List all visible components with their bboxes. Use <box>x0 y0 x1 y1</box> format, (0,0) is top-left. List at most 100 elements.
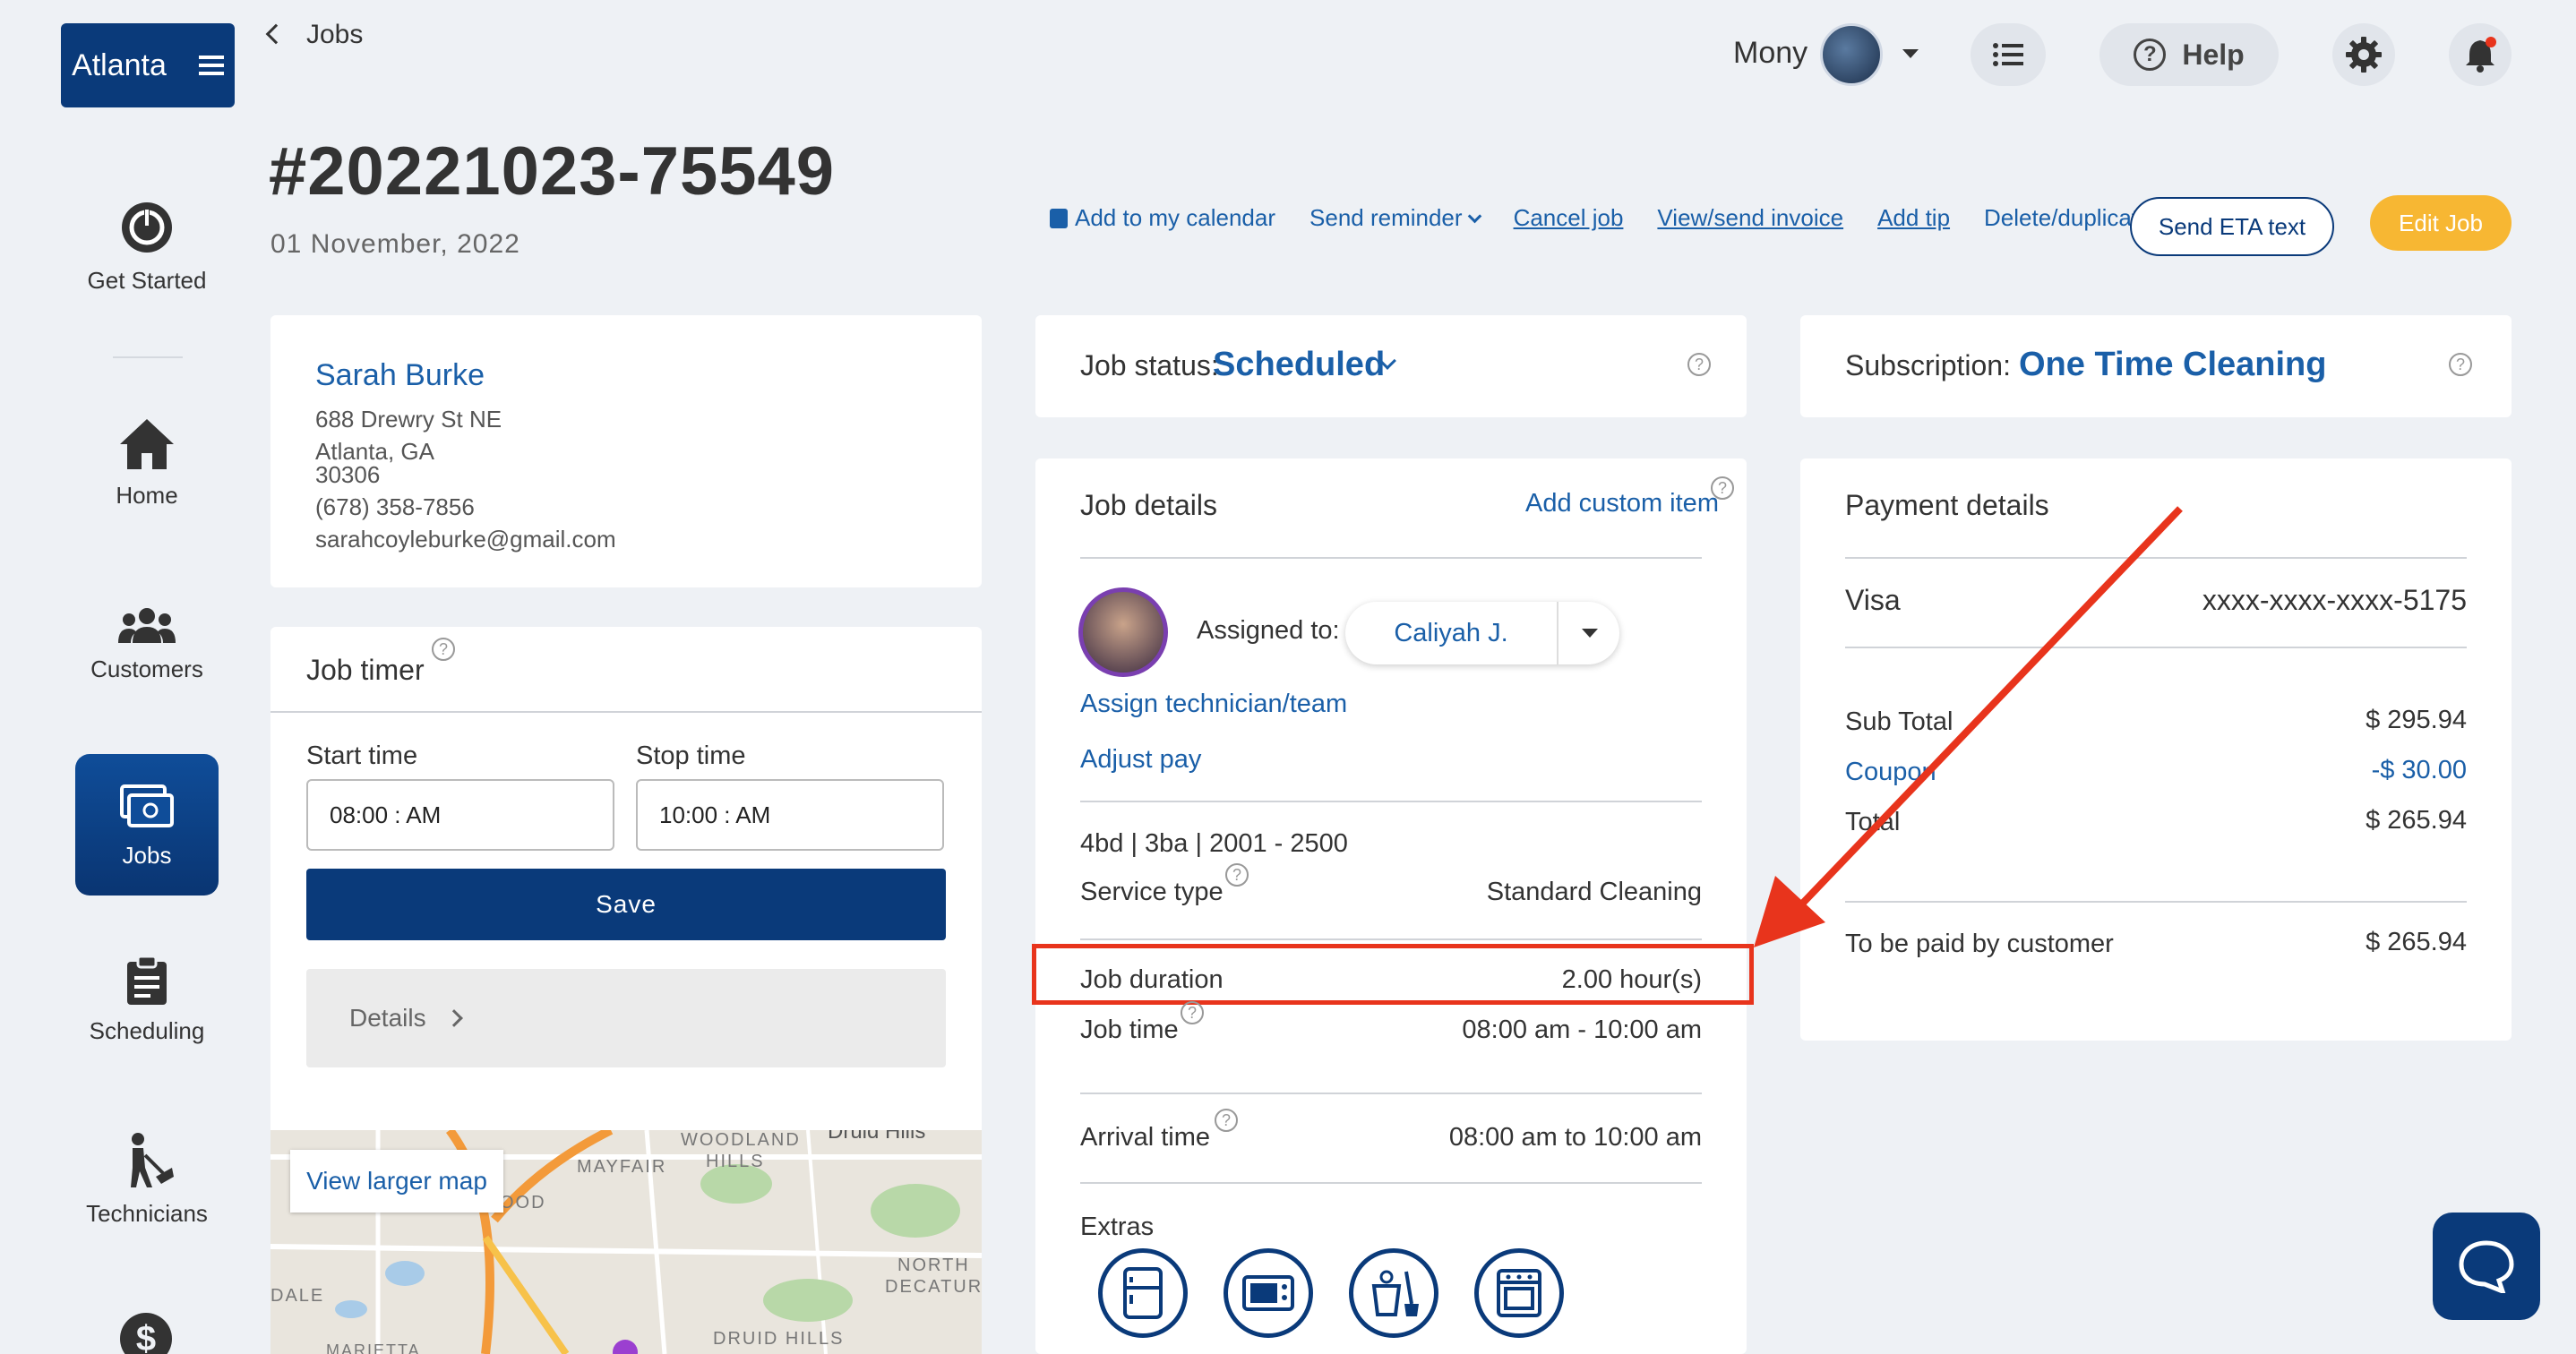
edit-job-button[interactable]: Edit Job <box>2370 195 2512 251</box>
map-label: OOD <box>500 1193 546 1213</box>
subscription-value[interactable]: One Time Cleaning <box>2019 346 2326 384</box>
technician-icon <box>131 1133 174 1187</box>
customer-street: 688 Drewry St NE <box>315 406 502 433</box>
assigned-to-label: Assigned to: <box>1197 616 1340 645</box>
help-circle-icon[interactable]: ? <box>1711 476 1734 500</box>
help-circle-icon[interactable]: ? <box>2449 353 2472 376</box>
add-custom-item-link[interactable]: Add custom item <box>1525 489 1719 518</box>
help-button[interactable]: ? Help <box>2099 23 2279 86</box>
user-menu-caret-icon[interactable] <box>1902 49 1919 58</box>
sidebar-item-label: Technicians <box>86 1200 208 1227</box>
assign-technician-link[interactable]: Assign technician/team <box>1080 690 1347 719</box>
chevron-right-icon <box>444 1009 463 1027</box>
service-type-value: Standard Cleaning <box>1486 878 1702 906</box>
map-label: WOODLAND <box>681 1130 801 1150</box>
home-size: 4bd | 3ba | 2001 - 2500 <box>1080 829 1348 858</box>
details-label: Details <box>349 1004 426 1032</box>
start-time-label: Start time <box>306 741 418 770</box>
sidebar-item-label: Jobs <box>122 842 172 869</box>
add-to-calendar-link[interactable]: Add to my calendar <box>1050 204 1275 232</box>
customer-phone: (678) 358-7856 <box>315 493 475 520</box>
sidebar-item-label: Customers <box>90 656 203 682</box>
divider <box>270 711 982 713</box>
job-details-title: Job details <box>1080 489 1217 521</box>
adjust-pay-link[interactable]: Adjust pay <box>1080 745 1201 775</box>
people-icon <box>118 608 176 643</box>
subscription-card: Subscription: One Time Cleaning ? <box>1800 315 2512 417</box>
gear-icon <box>2346 37 2382 73</box>
service-type-label: Service type <box>1080 878 1224 906</box>
cleaning-supplies-extra-icon[interactable] <box>1349 1248 1438 1338</box>
divider <box>1080 801 1702 802</box>
map-label: MAYFAIR <box>577 1157 667 1177</box>
map-label: HILLS <box>706 1152 765 1171</box>
clipboard-icon <box>127 956 167 1005</box>
fridge-extra-icon[interactable] <box>1098 1248 1188 1338</box>
job-actions-bar: Add to my calendar Send reminder Cancel … <box>1050 204 2168 232</box>
sidebar-item-jobs[interactable]: Jobs <box>75 754 219 896</box>
microwave-extra-icon[interactable] <box>1224 1248 1313 1338</box>
back-label: Jobs <box>306 20 364 49</box>
back-link[interactable]: Jobs <box>265 20 364 50</box>
avatar[interactable] <box>1820 23 1883 86</box>
assigned-technician-select[interactable]: Caliyah J. <box>1345 602 1619 664</box>
sidebar-item-label: Get Started <box>87 267 207 294</box>
customer-email: sarahcoyleburke@gmail.com <box>315 526 616 553</box>
stop-time-label: Stop time <box>636 741 746 770</box>
help-circle-icon[interactable]: ? <box>1181 1001 1204 1024</box>
sidebar-item-home[interactable]: Home <box>75 417 219 510</box>
start-time-input[interactable] <box>306 779 614 851</box>
notifications-button[interactable] <box>2449 23 2512 86</box>
arrival-time-label: Arrival time <box>1080 1123 1211 1152</box>
help-circle-icon[interactable]: ? <box>1215 1109 1238 1132</box>
help-label: Help <box>2182 38 2245 71</box>
help-circle-icon[interactable]: ? <box>1687 353 1711 376</box>
send-reminder-dropdown[interactable]: Send reminder <box>1309 204 1480 232</box>
view-send-invoice-link[interactable]: View/send invoice <box>1657 204 1843 232</box>
chat-button[interactable] <box>2433 1213 2540 1320</box>
send-eta-text-button[interactable]: Send ETA text <box>2130 197 2334 256</box>
divider <box>1080 557 1702 559</box>
job-timer-title: Job timer <box>306 654 425 686</box>
billing-icon[interactable]: $ <box>120 1313 172 1354</box>
view-larger-map-button[interactable]: View larger map <box>290 1150 503 1213</box>
sidebar-item-customers[interactable]: Customers <box>75 605 219 683</box>
map-label: Druid Hills <box>828 1130 926 1144</box>
customer-zip: 30306 <box>315 461 381 488</box>
list-view-button[interactable] <box>1971 23 2046 86</box>
help-circle-icon[interactable]: ? <box>1225 863 1249 887</box>
pill-divider <box>1557 602 1558 664</box>
oven-extra-icon[interactable] <box>1474 1248 1564 1338</box>
extras-label: Extras <box>1080 1213 1155 1241</box>
user-name: Mony <box>1733 36 1808 70</box>
sidebar-item-get-started[interactable]: Get Started <box>75 199 219 295</box>
job-time-value: 08:00 am - 10:00 am <box>1462 1016 1702 1044</box>
caret-down-icon <box>1582 629 1598 638</box>
divider <box>1080 1182 1702 1184</box>
brand-menu-button[interactable]: Atlanta <box>61 23 235 107</box>
save-button[interactable]: Save <box>306 869 946 940</box>
job-status-card: Job status: Scheduled ? <box>1035 315 1747 417</box>
sidebar-item-scheduling[interactable]: Scheduling <box>75 956 219 1045</box>
sidebar-divider <box>113 356 183 358</box>
job-status-dropdown[interactable]: Scheduled <box>1213 346 1385 384</box>
page-title: #20221023-75549 <box>269 133 836 210</box>
stop-time-input[interactable] <box>636 779 944 851</box>
map-label: DALE <box>270 1286 325 1306</box>
customer-card: Sarah Burke 688 Drewry St NE Atlanta, GA… <box>270 315 982 587</box>
job-time-label: Job time <box>1080 1016 1179 1044</box>
details-expander[interactable]: Details <box>306 969 946 1067</box>
map-label: MARIETTA <box>326 1341 421 1354</box>
customer-name-link[interactable]: Sarah Burke <box>315 358 485 393</box>
settings-button[interactable] <box>2332 23 2395 86</box>
add-tip-link[interactable]: Add tip <box>1877 204 1950 232</box>
calendar-icon <box>1050 209 1068 228</box>
sidebar-item-technicians[interactable]: Technicians <box>75 1132 219 1228</box>
brand-label: Atlanta <box>72 47 167 82</box>
question-circle-icon: ? <box>2134 39 2167 71</box>
add-to-calendar-label: Add to my calendar <box>1075 204 1276 231</box>
technician-avatar <box>1078 587 1168 677</box>
help-circle-icon[interactable]: ? <box>432 638 455 661</box>
cancel-job-link[interactable]: Cancel job <box>1514 204 1624 232</box>
assigned-technician-value: Caliyah J. <box>1394 618 1508 647</box>
